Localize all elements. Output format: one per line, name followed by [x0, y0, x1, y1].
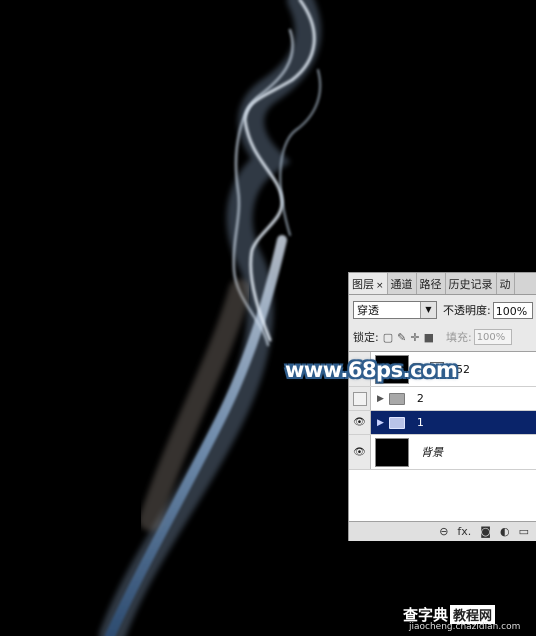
blend-row: 穿透 ▼ 不透明度: 100% [353, 299, 536, 321]
layer-row[interactable]: 👁 ▶ 1 [349, 411, 536, 435]
link-icon[interactable]: ⊖ [439, 525, 448, 538]
panel-tabs: 图层 × 通道 路径 历史记录 动 [349, 273, 536, 295]
chevron-down-icon[interactable]: ▼ [420, 302, 436, 318]
adjustment-icon[interactable]: ◐ [500, 525, 510, 538]
fill-label: 填充: [445, 331, 472, 344]
tab-channels[interactable]: 通道 [388, 273, 417, 294]
smoke-glow [99, 0, 322, 636]
mask-icon[interactable]: ◙ [480, 525, 491, 538]
fx-icon[interactable]: fx. [457, 525, 471, 538]
visibility-toggle[interactable]: 👁 [349, 435, 371, 469]
blend-mode-select[interactable]: 穿透 ▼ [353, 301, 437, 319]
new-group-icon[interactable]: ▭ [519, 525, 529, 538]
layer-name: 1 [416, 416, 424, 429]
eye-icon: 👁 [353, 446, 366, 458]
lock-move-icon[interactable]: ✛ [410, 331, 419, 344]
lock-all-icon[interactable]: ■ [424, 331, 434, 344]
visibility-toggle[interactable]: 👁 [349, 411, 371, 434]
folder-icon [388, 392, 405, 405]
lock-label: 锁定: [353, 331, 379, 344]
smoke-strand-3 [279, 69, 322, 236]
tab-actions[interactable]: 动 [497, 273, 515, 294]
layer-row[interactable]: ▶ 2 [349, 387, 536, 411]
layer-thumbnail [375, 437, 409, 467]
panel-bottom-bar: ⊖ fx. ◙ ◐ ▭ [349, 521, 536, 541]
lock-row: 锁定: ▢ ✎ ✛ ■ 填充: 100% [353, 327, 536, 347]
close-icon[interactable]: × [376, 281, 384, 291]
expand-triangle-icon[interactable]: ▶ [377, 394, 384, 404]
lock-brush-icon[interactable]: ✎ [397, 331, 406, 344]
corner-watermark-url: jiaocheng.chazidian.com [409, 622, 521, 632]
layer-name: 背景 [421, 446, 443, 459]
opacity-input[interactable]: 100% [492, 301, 533, 319]
eye-icon: 👁 [353, 417, 366, 428]
fill-input[interactable]: 100% [473, 329, 512, 345]
layer-name: 52 [456, 362, 470, 376]
lock-transparency-icon[interactable]: ▢ [383, 331, 393, 344]
folder-icon [388, 416, 405, 429]
site-watermark: www.68ps.com [285, 358, 458, 382]
layer-name: 2 [416, 392, 424, 405]
expand-triangle-icon[interactable]: ▶ [377, 418, 384, 428]
opacity-label: 不透明度: [443, 304, 491, 317]
layers-panel: 图层 × 通道 路径 历史记录 动 穿透 ▼ 不透明度: 100% 锁定: ▢ ✎… [348, 272, 536, 541]
tab-paths[interactable]: 路径 [417, 273, 446, 294]
hidden-box-icon [352, 391, 367, 406]
layer-row[interactable]: 👁 背景 [349, 435, 536, 470]
visibility-toggle[interactable] [349, 387, 371, 410]
tab-layers[interactable]: 图层 × [349, 273, 388, 294]
tab-history[interactable]: 历史记录 [446, 273, 497, 294]
